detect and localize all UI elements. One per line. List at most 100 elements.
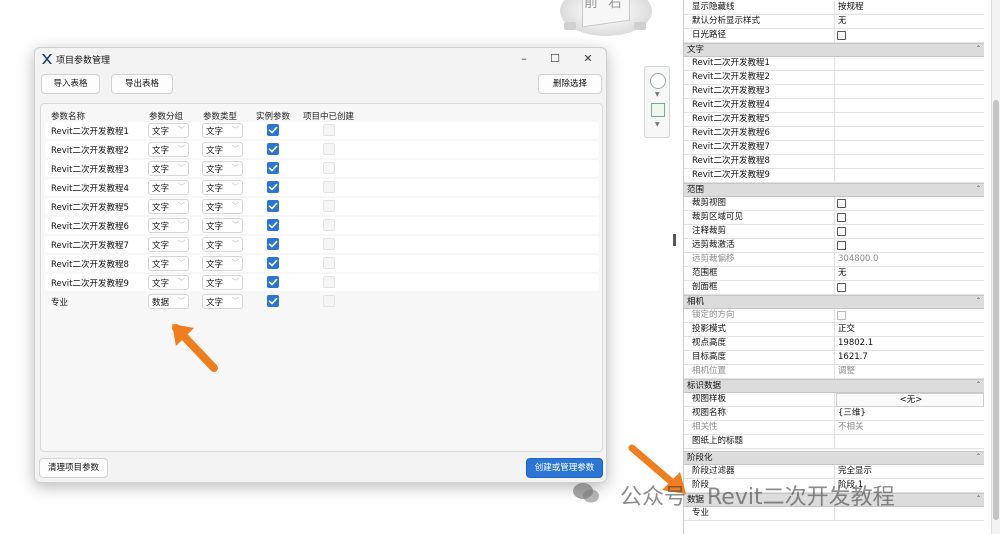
export-table-button[interactable]: 导出表格 [111,74,173,94]
prop-row[interactable]: 远剪裁激活 [684,239,984,253]
parameter-type-select[interactable]: 文字 ﹀ [202,142,243,157]
prop-row[interactable]: 裁剪区域可见 [684,211,984,225]
collapse-icon[interactable]: ⌃ [976,381,981,388]
prop-row[interactable]: 默认分析显示样式 无 [684,15,984,29]
instance-parameter-checkbox[interactable] [267,200,279,212]
maximize-icon[interactable]: ☐ [540,48,570,70]
instance-parameter-checkbox[interactable] [267,181,279,193]
parameter-group-select[interactable]: 文字 ﹀ [148,123,189,138]
prop-row[interactable]: Revit二次开发教程1 [684,57,984,71]
parameter-type-select[interactable]: 文字 ﹀ [202,199,243,214]
table-row[interactable]: 专业 数据 ﹀ 文字 ﹀ [45,293,599,310]
parameter-type-select[interactable]: 文字 ﹀ [202,294,243,309]
prop-row[interactable]: Revit二次开发教程5 [684,113,984,127]
prop-checkbox[interactable] [837,199,846,208]
view-template-button[interactable]: <无> [836,393,984,407]
prop-row[interactable]: Revit二次开发教程8 [684,155,984,169]
table-row[interactable]: Revit二次开发教程8 文字 ﹀ 文字 ﹀ [45,255,599,272]
prop-row[interactable]: Revit二次开发教程3 [684,85,984,99]
collapse-icon[interactable]: ⌃ [976,45,981,52]
table-row[interactable]: Revit二次开发教程5 文字 ﹀ 文字 ﹀ [45,198,599,215]
collapse-icon[interactable]: ⌃ [976,495,981,502]
prop-row[interactable]: 注释裁剪 [684,225,984,239]
collapse-icon[interactable]: ⌃ [976,297,981,304]
table-row[interactable]: Revit二次开发教程4 文字 ﹀ 文字 ﹀ [45,179,599,196]
section-text[interactable]: 文字 ⌃ [684,43,984,57]
section-phasing[interactable]: 阶段化 ⌃ [684,451,984,465]
parameter-type-select[interactable]: 文字 ﹀ [202,218,243,233]
prop-value[interactable] [836,99,984,113]
collapse-icon[interactable]: ⌃ [976,453,981,460]
prop-row[interactable]: 投影模式 正交 [684,323,984,337]
prop-row[interactable]: Revit二次开发教程4 [684,99,984,113]
prop-checkbox[interactable] [837,283,846,292]
prop-value[interactable] [836,435,984,449]
parameter-group-select[interactable]: 文字 ﹀ [148,275,189,290]
section-identity[interactable]: 标识数据 ⌃ [684,379,984,393]
table-row[interactable]: Revit二次开发教程2 文字 ﹀ 文字 ﹀ [45,141,599,158]
instance-parameter-checkbox[interactable] [267,124,279,136]
prop-row[interactable]: 视图名称 {三维} [684,407,984,421]
prop-value[interactable]: {三维} [836,407,984,421]
table-row[interactable]: Revit二次开发教程9 文字 ﹀ 文字 ﹀ [45,274,599,291]
prop-value[interactable] [836,155,984,169]
import-table-button[interactable]: 导入表格 [41,74,100,94]
prop-row[interactable]: Revit二次开发教程6 [684,127,984,141]
panel-splitter-grip[interactable] [673,234,676,246]
prop-row[interactable]: 图纸上的标题 [684,435,984,449]
prop-value[interactable] [836,113,984,127]
table-row[interactable]: Revit二次开发教程1 文字 ﹀ 文字 ﹀ [45,122,599,139]
prop-row[interactable]: 剖面框 [684,281,984,295]
parameter-group-select[interactable]: 文字 ﹀ [148,237,189,252]
prop-value[interactable] [836,169,984,183]
prop-value[interactable]: 无 [836,15,984,29]
prop-checkbox[interactable] [837,241,846,250]
parameter-group-select[interactable]: 文字 ﹀ [148,161,189,176]
prop-value[interactable]: 完全显示 [836,465,984,479]
delete-selected-button[interactable]: 删除选择 [538,74,602,94]
prop-row[interactable]: 范围框无 [684,267,984,281]
zoom-icon[interactable] [651,103,665,117]
clear-project-parameters-button[interactable]: 清理项目参数 [39,458,108,478]
parameter-type-select[interactable]: 文字 ﹀ [202,275,243,290]
parameter-group-select[interactable]: 文字 ﹀ [148,180,189,195]
prop-row[interactable]: 裁剪视图 [684,197,984,211]
parameter-group-select[interactable]: 数据 ﹀ [148,294,189,309]
parameter-type-select[interactable]: 文字 ﹀ [202,123,243,138]
prop-value[interactable]: 无 [836,267,984,281]
close-icon[interactable]: ✕ [573,48,603,70]
prop-row[interactable]: Revit二次开发教程9 [684,169,984,183]
instance-parameter-checkbox[interactable] [267,162,279,174]
prop-value[interactable] [836,127,984,141]
title-bar[interactable]: 项目参数管理 – ☐ ✕ [35,48,606,70]
prop-checkbox[interactable] [837,227,846,236]
create-or-manage-button[interactable]: 创建或管理参数 [526,458,603,478]
prop-row[interactable]: 视图样板 <无> [684,393,984,407]
instance-parameter-checkbox[interactable] [267,219,279,231]
properties-scrollbar[interactable] [991,0,1000,534]
prop-checkbox[interactable] [837,31,846,40]
prop-row[interactable]: 视点高度 19802.1 [684,337,984,351]
section-camera[interactable]: 相机 ⌃ [684,295,984,309]
scrollbar-thumb[interactable] [993,100,999,520]
parameter-type-select[interactable]: 文字 ﹀ [202,161,243,176]
table-row[interactable]: Revit二次开发教程3 文字 ﹀ 文字 ﹀ [45,160,599,177]
view-cube[interactable]: 前 右 [556,0,656,50]
prop-checkbox[interactable] [837,213,846,222]
prop-value[interactable] [836,141,984,155]
parameter-type-select[interactable]: 文字 ﹀ [202,256,243,271]
instance-parameter-checkbox[interactable] [267,238,279,250]
prop-value[interactable] [836,71,984,85]
steering-wheel-icon[interactable] [650,73,666,89]
section-extents[interactable]: 范围 ⌃ [684,183,984,197]
prop-row[interactable]: 阶段过滤器 完全显示 [684,465,984,479]
prop-row[interactable]: Revit二次开发教程2 [684,71,984,85]
prop-value[interactable]: 19802.1 [836,337,984,351]
collapse-icon[interactable]: ⌃ [976,185,981,192]
instance-parameter-checkbox[interactable] [267,295,279,307]
instance-parameter-checkbox[interactable] [267,143,279,155]
parameter-type-select[interactable]: 文字 ﹀ [202,180,243,195]
table-row[interactable]: Revit二次开发教程6 文字 ﹀ 文字 ﹀ [45,217,599,234]
instance-parameter-checkbox[interactable] [267,276,279,288]
prop-value[interactable] [836,57,984,71]
